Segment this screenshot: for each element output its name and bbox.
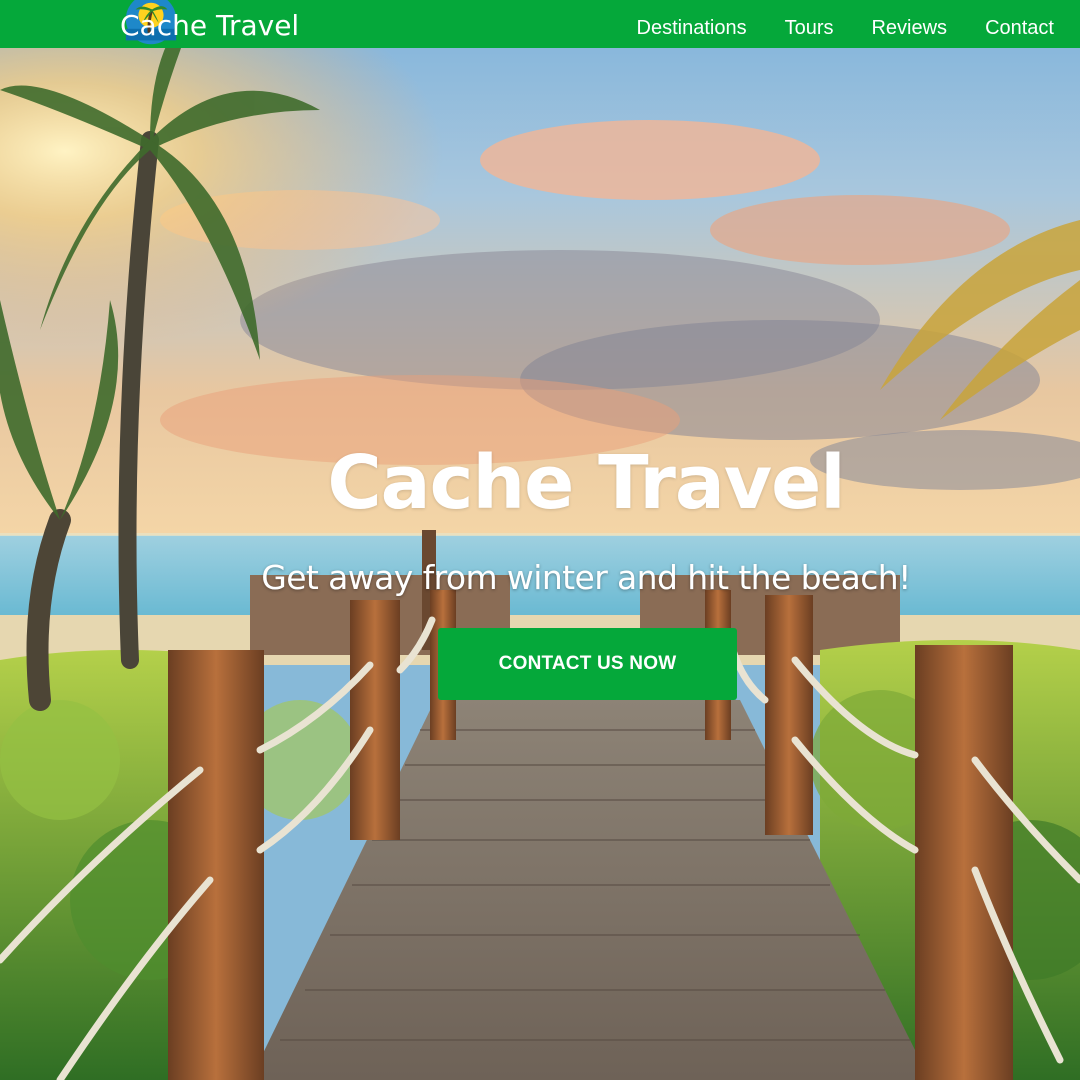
hero-subtitle: Get away from winter and hit the beach! xyxy=(261,558,911,597)
hero-title: Cache Travel xyxy=(327,440,845,526)
brand-name: Cache Travel xyxy=(120,9,300,42)
hero-background-image xyxy=(0,0,1080,1080)
nav-link-tours[interactable]: Tours xyxy=(785,4,834,52)
nav-link-reviews[interactable]: Reviews xyxy=(871,4,947,52)
nav-links: Destinations Tours Reviews Contact xyxy=(637,0,1054,48)
top-navbar: Cache Travel Destinations Tours Reviews … xyxy=(0,0,1080,48)
nav-link-contact[interactable]: Contact xyxy=(985,4,1054,52)
contact-us-button[interactable]: CONTACT US NOW xyxy=(438,628,737,700)
nav-link-destinations[interactable]: Destinations xyxy=(637,4,747,52)
brand-link[interactable]: Cache Travel xyxy=(118,0,299,48)
